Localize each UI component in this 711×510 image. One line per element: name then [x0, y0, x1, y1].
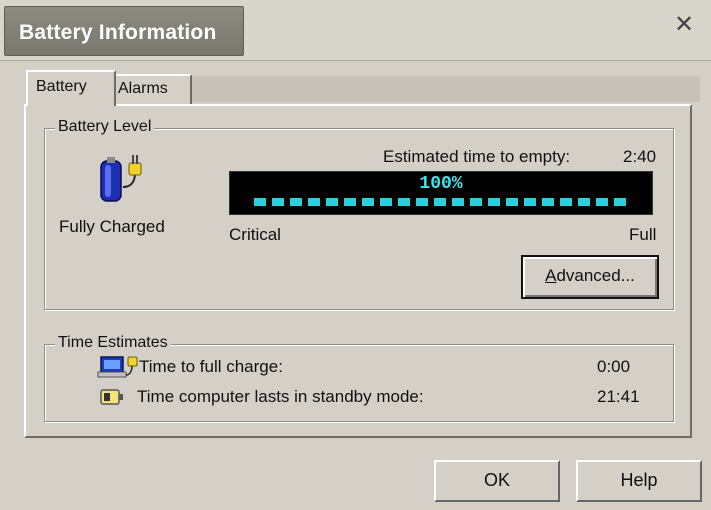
critical-label: Critical [229, 225, 281, 244]
ok-button[interactable]: OK [434, 460, 560, 502]
window-title: Battery Information [19, 21, 217, 44]
standby-battery-icon [100, 389, 123, 405]
battery-level-group: Battery Level Fully Charged Estimated ti… [44, 118, 674, 310]
battery-plug-icon [100, 155, 142, 202]
meter-segment [290, 198, 302, 206]
meter-segment [578, 198, 590, 206]
tab-alarms[interactable]: Alarms [108, 74, 192, 104]
advanced-accelerator: A [545, 266, 557, 285]
title-bar: Battery Information ✕ [0, 0, 711, 61]
estimated-time-label: Estimated time to empty: [383, 147, 571, 166]
meter-segment [596, 198, 608, 206]
meter-segment [362, 198, 374, 206]
meter-segment [560, 198, 572, 206]
meter-segment [416, 198, 428, 206]
battery-meter-fill [254, 198, 626, 206]
meter-segment [308, 198, 320, 206]
meter-segment [542, 198, 554, 206]
meter-segment [398, 198, 410, 206]
time-estimates-label: Time Estimates [55, 334, 171, 352]
tab-battery[interactable]: Battery [26, 70, 116, 106]
advanced-button[interactable]: Advanced... [521, 255, 659, 299]
meter-segment [380, 198, 392, 206]
meter-segment [452, 198, 464, 206]
battery-level-label: Battery Level [55, 118, 155, 136]
estimated-time-value: 2:40 [623, 147, 657, 166]
battery-percent: 100% [419, 174, 463, 194]
meter-segment [470, 198, 482, 206]
meter-segment [344, 198, 356, 206]
close-icon: ✕ [673, 11, 695, 38]
charge-status: Fully Charged [59, 217, 165, 236]
time-estimates-group: Time Estimates Time to full charge: 0:00… [44, 334, 674, 422]
time-to-full-label: Time to full charge: [139, 357, 283, 376]
laptop-plug-icon [97, 356, 138, 378]
meter-segment [488, 198, 500, 206]
title-tab: Battery Information [4, 6, 244, 56]
tab-panel: Battery Level Fully Charged Estimated ti… [24, 104, 692, 438]
help-button[interactable]: Help [576, 460, 702, 502]
standby-time-label: Time computer lasts in standby mode: [137, 387, 424, 406]
meter-segment [272, 198, 284, 206]
standby-time-value: 21:41 [597, 387, 640, 406]
meter-segment [326, 198, 338, 206]
meter-segment [254, 198, 266, 206]
battery-meter: 100% [229, 171, 653, 215]
meter-segment [434, 198, 446, 206]
meter-segment [614, 198, 626, 206]
meter-segment [506, 198, 518, 206]
full-label: Full [629, 225, 657, 244]
close-button[interactable]: ✕ [671, 12, 697, 38]
tab-strip-background [180, 76, 700, 102]
advanced-button-label: dvanced... [556, 266, 635, 285]
meter-segment [524, 198, 536, 206]
time-to-full-value: 0:00 [597, 357, 631, 376]
